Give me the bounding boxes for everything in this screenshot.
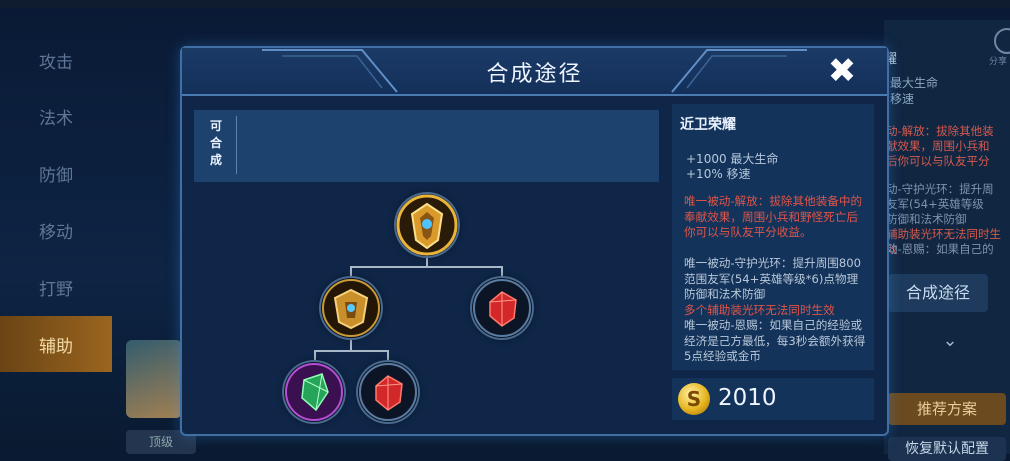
share-label: 分享 (989, 57, 1008, 67)
tree-child-item[interactable] (321, 278, 381, 338)
golden-shield-icon (396, 194, 458, 256)
category-jungle[interactable]: 打野 (0, 259, 112, 315)
red-gem-icon (359, 363, 417, 421)
compose-path-button[interactable]: 合成途径 (888, 274, 988, 312)
item-name: 近卫荣耀 (680, 117, 736, 133)
bg-stat: 最大生命 (890, 76, 939, 90)
category-movement[interactable]: 移动 (0, 202, 112, 258)
item-price: 2010 (718, 385, 777, 411)
tree-connector (350, 266, 502, 268)
divider (236, 116, 237, 174)
item-stat: +10% 移速 (686, 167, 751, 181)
tree-grandchild-item[interactable] (284, 362, 344, 422)
item-info-panel: 近卫荣耀 +1000 最大生命 +10% 移速 唯一被动-解放：拔除其他装备中的… (672, 104, 874, 370)
passive-grace: 唯一被动-恩赐：如果自己的经验或经济是己方最低，每3秒会额外获得5点经验或金币 (684, 318, 866, 363)
tree-connector (501, 266, 503, 278)
passive-liberation: 唯一被动-解放：拔除其他装备中的奉献效果，周围小兵和野怪死亡后你可以与队友平分收… (684, 194, 863, 239)
tree-grandchild-item[interactable] (358, 362, 418, 422)
red-gem-icon (473, 279, 531, 337)
craftable-row: 可合成 (194, 110, 659, 182)
hero-portrait[interactable] (126, 340, 182, 418)
category-defense[interactable]: 防御 (0, 145, 112, 201)
bg-red-text: 后你可以与队友平分 (886, 154, 990, 168)
tree-connector (387, 350, 389, 362)
passive-aura: 唯一被动-守护光环：提升周围800范围友军(54+英雄等级*6)点物理防御和法术… (684, 256, 862, 301)
gold-coin-icon: S (678, 383, 710, 415)
category-attack[interactable]: 攻击 (0, 32, 112, 88)
bg-grey-text: 防御和法术防御 (886, 212, 967, 226)
recommend-button[interactable]: 推荐方案 (888, 393, 1006, 425)
tree-connector (350, 336, 352, 350)
green-gem-icon (285, 363, 343, 421)
dialog-title: 合成途径 (486, 62, 583, 87)
bg-red-text: 献效果，周围小兵和 (886, 139, 990, 153)
tree-connector (314, 350, 316, 362)
category-magic[interactable]: 法术 (0, 88, 112, 144)
compose-path-dialog: 合成途径 ✖ 可合成 近卫荣耀 +1000 最大生命 +10% 移速 唯一被动-… (180, 46, 889, 436)
restore-default-button[interactable]: 恢复默认配置 (888, 437, 1006, 461)
top-bar (0, 0, 1010, 8)
category-support[interactable]: 辅助 (0, 316, 112, 372)
chevron-down-icon[interactable]: ⌄ (925, 330, 975, 351)
craftable-label: 可合成 (209, 119, 222, 167)
tree-connector (314, 350, 388, 352)
close-icon[interactable]: ✖ (824, 54, 860, 90)
bg-stat: 移速 (890, 92, 915, 106)
bg-grey-text: 动-守护光环：提升周 (886, 182, 994, 196)
tree-connector (350, 266, 352, 278)
tree-root-item[interactable] (396, 194, 458, 256)
bg-red-text: 动-解放：拔除其他装 (886, 124, 994, 138)
bg-grey-text: 动-恩赐：如果自己的 (886, 242, 994, 256)
golden-armor-icon (322, 279, 380, 337)
bg-grey-text: 友军(54+英雄等级 (886, 197, 984, 211)
price-box: S 2010 (672, 378, 874, 420)
passive-aura-note: 多个辅助装光环无法同时生效 (684, 303, 835, 317)
dialog-header: 合成途径 ✖ (182, 48, 887, 96)
tree-child-item[interactable] (472, 278, 532, 338)
